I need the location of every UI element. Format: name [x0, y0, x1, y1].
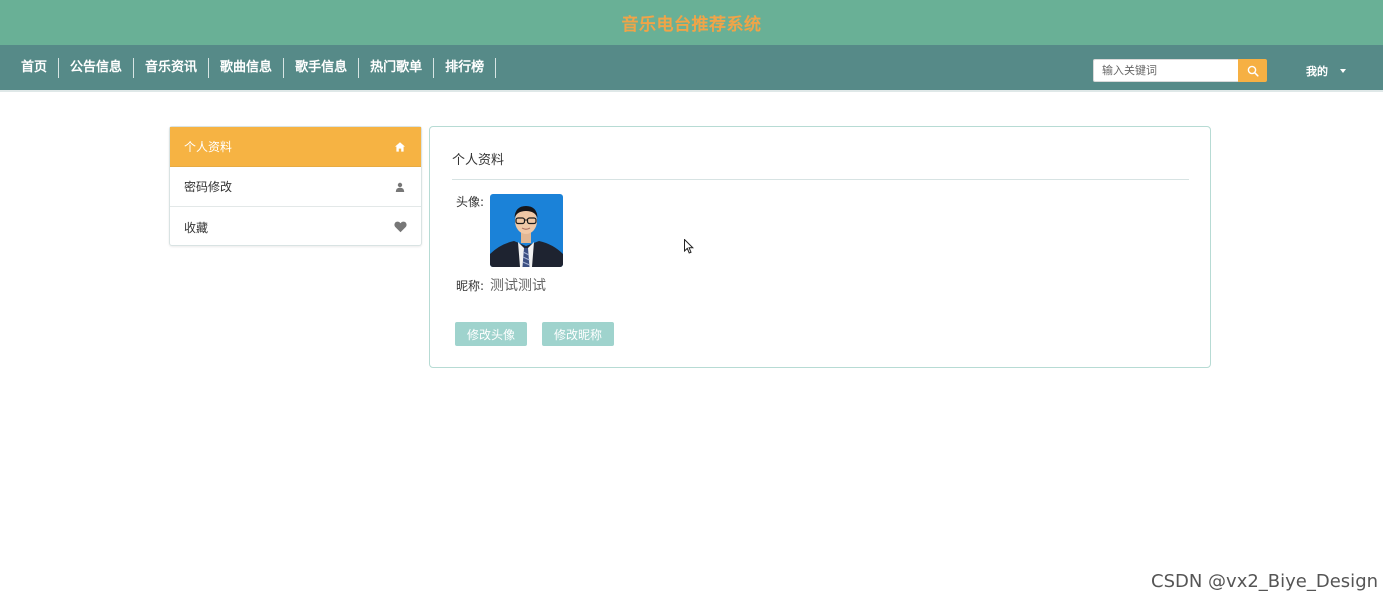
search-icon — [1247, 65, 1259, 77]
search-input[interactable] — [1093, 59, 1238, 82]
divider — [452, 179, 1189, 180]
sidebar-item-label: 个人资料 — [184, 140, 233, 154]
sidebar-item-profile[interactable]: 个人资料 — [170, 127, 421, 167]
nav-item-rankings[interactable]: 排行榜 — [434, 57, 497, 78]
avatar-label: 头像: — [456, 195, 485, 209]
search-button[interactable] — [1238, 59, 1267, 82]
nickname-label: 昵称: — [456, 279, 485, 293]
nav-item-music-news[interactable]: 音乐资讯 — [134, 57, 210, 78]
sidebar-item-password[interactable]: 密码修改 — [170, 167, 421, 207]
site-title: 音乐电台推荐系统 — [621, 15, 762, 35]
edit-nickname-button[interactable]: 修改昵称 — [542, 322, 615, 346]
sidebar-menu: 个人资料 密码修改 收藏 — [169, 126, 422, 246]
sidebar-item-favorites[interactable]: 收藏 — [170, 207, 421, 247]
heart-icon — [393, 220, 407, 234]
nav-item-hot-playlists[interactable]: 热门歌单 — [359, 57, 435, 78]
user-menu[interactable]: 我的 — [1306, 59, 1346, 82]
user-menu-label: 我的 — [1306, 64, 1328, 78]
nav-item-home[interactable]: 首页 — [10, 57, 60, 78]
nav-item-announcements[interactable]: 公告信息 — [59, 57, 135, 78]
profile-panel: 个人资料 头像: 昵称: 测试测试 修改头像 修改昵称 — [429, 126, 1211, 368]
avatar — [490, 194, 563, 267]
sidebar-item-label: 密码修改 — [184, 180, 233, 194]
panel-title: 个人资料 — [452, 153, 505, 168]
home-icon — [393, 140, 407, 154]
sidebar-item-label: 收藏 — [184, 220, 209, 235]
search-box — [1093, 59, 1267, 82]
edit-avatar-button[interactable]: 修改头像 — [455, 322, 528, 346]
mouse-cursor-icon — [684, 239, 694, 254]
user-icon — [393, 180, 407, 194]
nickname-value: 测试测试 — [490, 278, 546, 294]
caret-down-icon — [1340, 68, 1346, 73]
nav-item-singers[interactable]: 歌手信息 — [284, 57, 360, 78]
title-bar: 音乐电台推荐系统 — [0, 0, 1383, 45]
nav-item-songs[interactable]: 歌曲信息 — [209, 57, 285, 78]
watermark: CSDN @vx2_Biye_Design — [1151, 571, 1379, 592]
nav-list: 首页 公告信息 音乐资讯 歌曲信息 歌手信息 热门歌单 排行榜 — [10, 45, 497, 90]
